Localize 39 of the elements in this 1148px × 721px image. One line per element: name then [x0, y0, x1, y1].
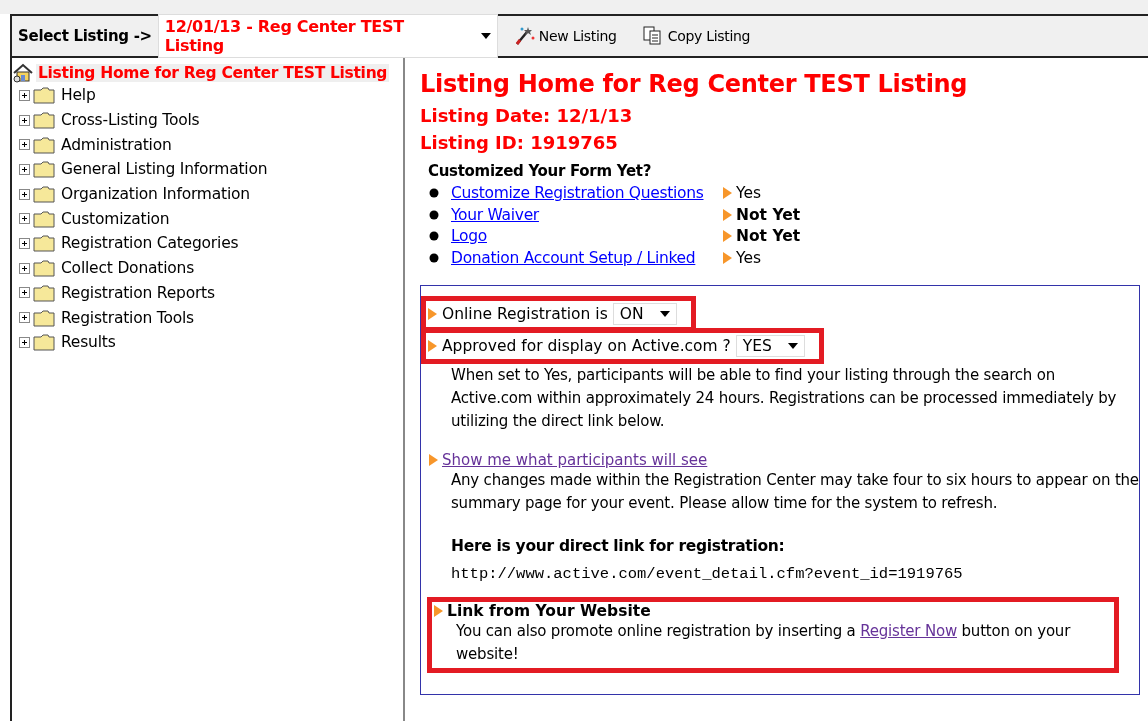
checklist-link[interactable]: Donation Account Setup / Linked [451, 248, 723, 267]
direct-link-title: Here is your direct link for registration: [451, 536, 786, 555]
preview-note: Any changes made within the Registration Center may take four to six hours to appear on the summary page for your event. Please allow time for the system to refresh. [451, 469, 1139, 514]
tree-item[interactable]: Administration [61, 135, 172, 154]
setting-dropdown[interactable]: ON [612, 302, 677, 325]
toolbar-button[interactable]: New Listing [503, 26, 627, 46]
tree-item[interactable]: Results [61, 333, 116, 352]
tree-item[interactable]: Cross-Listing Tools [61, 111, 200, 130]
register-now-link[interactable]: Register Now [860, 621, 957, 640]
page-title: Listing Home for Reg Center TEST Listing [420, 70, 969, 98]
listing-dropdown[interactable]: 12/01/13 - Reg Center TEST Listing [157, 14, 498, 58]
status-text: Yes [736, 248, 762, 267]
select-label: Select Listing -> [18, 27, 152, 45]
tree-item[interactable]: Registration Tools [61, 308, 194, 327]
tree-item[interactable]: Organization Information [61, 185, 250, 204]
tree-item[interactable]: Help [61, 86, 96, 105]
tree-item[interactable]: Collect Donations [61, 259, 195, 278]
tree-item[interactable]: Customization [61, 209, 170, 228]
setting-label: Approved for display on Active.com ? [442, 336, 731, 355]
website-text: You can also promote online registration by inserting a Register Now button on your website! [456, 620, 1072, 665]
setting-dropdown[interactable]: YES [735, 334, 805, 357]
checklist-link[interactable]: Logo [451, 227, 723, 246]
direct-link-url: http://www.active.com/event_detail.cfm?event_id=1919765 [451, 564, 964, 583]
tree-item[interactable]: General Listing Information [61, 160, 268, 179]
status-text: Not Yet [736, 227, 801, 246]
approval-note: When set to Yes, participants will be able to find your listing through the search on Active.com within approximately 24 hours. Registrations can be processed immediately by utilizing the direct link below. [451, 364, 1118, 432]
checklist-title: Customized Your Form Yet? [428, 162, 653, 180]
toolbar-button[interactable]: Copy Listing [632, 26, 761, 46]
checklist-link[interactable]: Your Waiver [451, 205, 723, 224]
preview-link[interactable]: Show me what participants will see [442, 450, 708, 469]
listing-date: Listing Date: 12/1/13 [420, 104, 634, 128]
website-title: Link from Your Website [447, 601, 651, 620]
listing-id: Listing ID: 1919765 [420, 131, 619, 155]
tree-item[interactable]: Registration Categories [61, 234, 239, 253]
setting-label: Online Registration is [442, 304, 608, 323]
tree-item[interactable]: Registration Reports [61, 283, 215, 302]
checklist-link[interactable]: Customize Registration Questions [451, 183, 723, 202]
status-text: Yes [736, 183, 762, 202]
status-text: Not Yet [736, 205, 801, 224]
